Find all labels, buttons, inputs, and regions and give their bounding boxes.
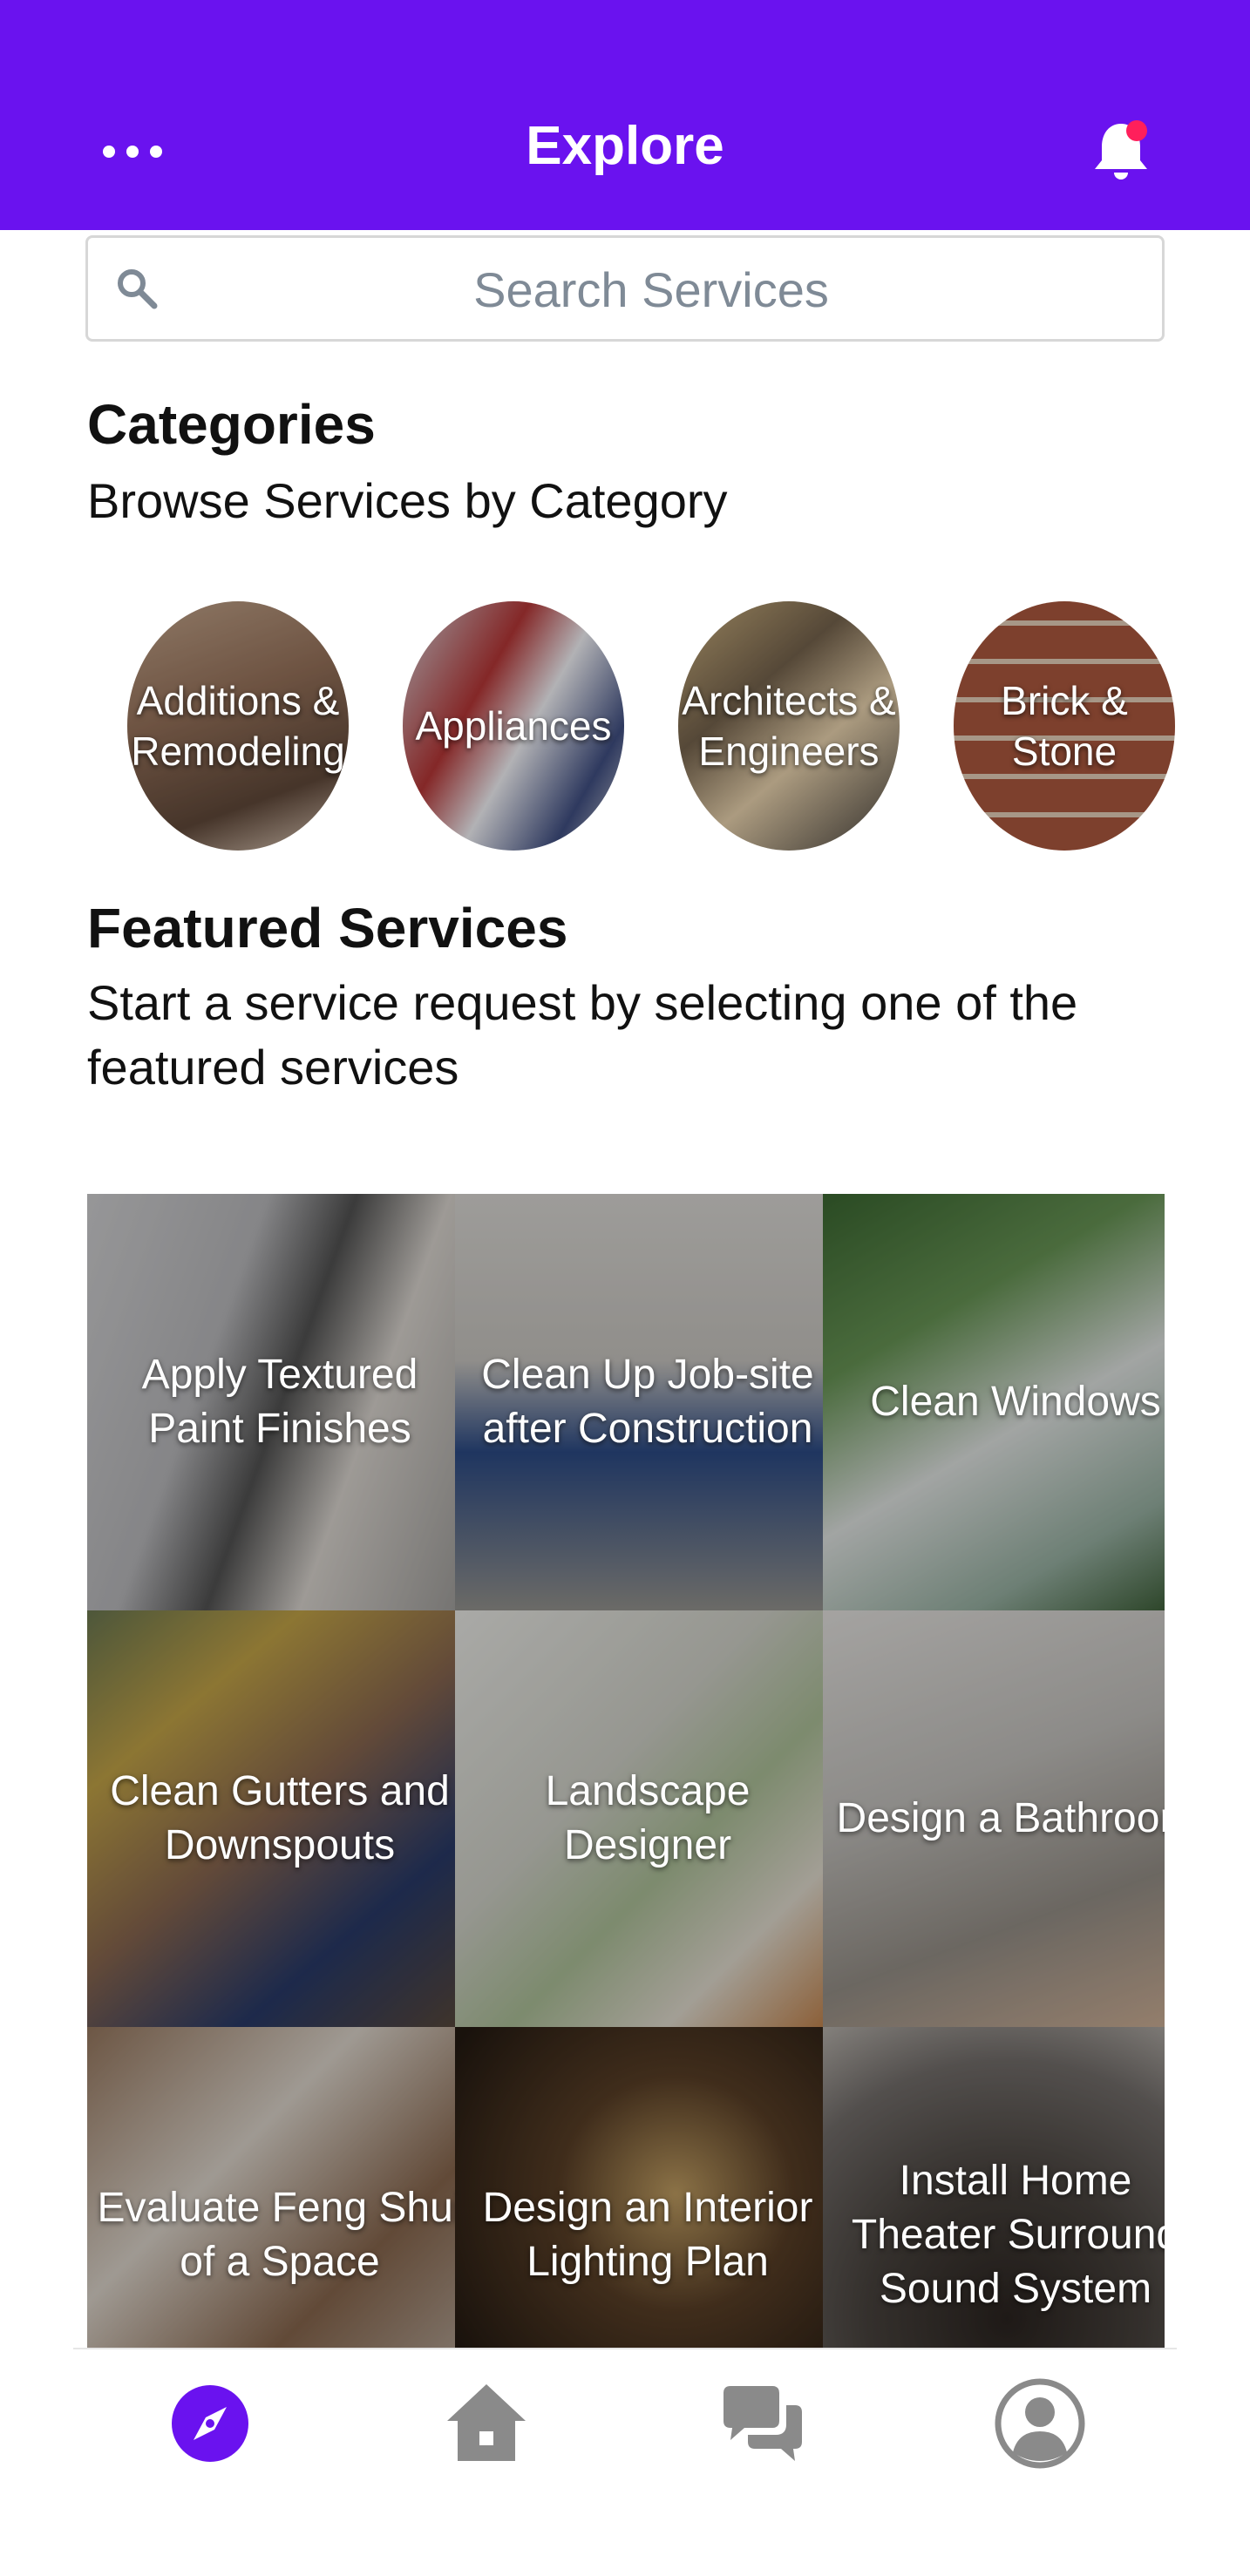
category-architects-engineers[interactable]: Architects & Engineers	[678, 601, 900, 851]
service-tile[interactable]: Design an Interior Lighting Plan	[455, 2027, 823, 2348]
category-label: Appliances	[415, 703, 612, 749]
service-tile[interactable]: Design a Bathroom	[823, 1610, 1165, 2027]
service-label: Apply Textured Paint Finishes	[141, 1352, 418, 1452]
profile-icon	[995, 2378, 1085, 2469]
page-title: Explore	[526, 116, 724, 176]
service-label: Clean Up Job-site after Construction	[481, 1352, 814, 1452]
home-icon	[447, 2384, 526, 2461]
category-label: Brick & Stone	[1001, 678, 1128, 774]
service-label: Design an Interior Lighting Plan	[482, 2185, 813, 2285]
category-label: Architects & Engineers	[682, 678, 896, 774]
nav-profile[interactable]	[992, 2376, 1088, 2471]
search-input[interactable]	[175, 238, 1127, 341]
service-tile[interactable]: Clean Gutters and Downspouts	[87, 1610, 455, 2027]
featured-title: Featured Services	[87, 897, 568, 959]
app-header: Explore	[0, 0, 1250, 230]
bottom-navigation	[0, 2348, 1250, 2576]
service-tile[interactable]: Evaluate Feng Shui of a Space	[87, 2027, 455, 2348]
categories-subtitle: Browse Services by Category	[87, 473, 728, 528]
service-label: Landscape Designer	[545, 1768, 751, 1868]
compass-icon	[172, 2385, 248, 2462]
featured-services-grid: Apply Textured Paint Finishes Clean Up J…	[87, 1194, 1165, 2348]
service-tile[interactable]: Clean Windows	[823, 1194, 1165, 1610]
service-label: Install Home Theater Surround Sound Syst…	[851, 2158, 1165, 2312]
categories-title: Categories	[87, 393, 376, 456]
category-label: Additions & Remodeling	[131, 678, 345, 774]
service-label: Clean Windows	[870, 1379, 1161, 1425]
featured-subtitle: Start a service request by selecting one…	[87, 975, 1078, 1095]
service-tile[interactable]: Install Home Theater Surround Sound Syst…	[823, 2027, 1165, 2348]
nav-home[interactable]	[438, 2376, 534, 2471]
categories-carousel[interactable]: Additions & Remodeling Appliances Archit…	[127, 601, 1250, 854]
nav-divider	[73, 2348, 1177, 2349]
service-label: Design a Bathroom	[836, 1795, 1165, 1841]
service-label: Evaluate Feng Shui of a Space	[97, 2185, 455, 2285]
service-tile[interactable]: Apply Textured Paint Finishes	[87, 1194, 455, 1610]
bell-icon[interactable]	[1090, 119, 1152, 186]
nav-messages[interactable]	[715, 2376, 811, 2471]
service-tile[interactable]: Clean Up Job-site after Construction	[455, 1194, 823, 1610]
notification-badge	[1126, 120, 1147, 141]
search-icon	[118, 269, 158, 309]
category-brick-stone[interactable]: Brick & Stone	[954, 601, 1175, 851]
search-bar	[85, 235, 1165, 342]
service-tile[interactable]: Landscape Designer	[455, 1610, 823, 2027]
service-label: Clean Gutters and Downspouts	[110, 1768, 450, 1868]
category-additions-remodeling[interactable]: Additions & Remodeling	[127, 601, 349, 851]
chat-icon	[724, 2386, 802, 2461]
category-appliances[interactable]: Appliances	[403, 601, 624, 851]
nav-explore[interactable]	[162, 2376, 258, 2471]
